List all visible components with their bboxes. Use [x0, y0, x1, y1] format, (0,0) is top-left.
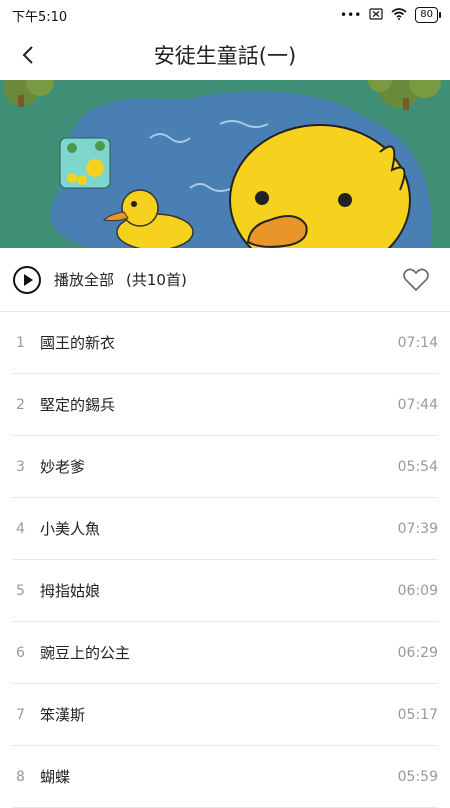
track-duration: 05:17: [397, 706, 438, 723]
status-bar: 下午5:10 ••• 80: [0, 0, 450, 30]
track-number: 6: [16, 644, 25, 661]
album-banner: [0, 80, 450, 248]
track-count: (共10首): [126, 271, 187, 289]
track-title: 妙老爹: [40, 458, 86, 476]
track-number: 2: [16, 396, 25, 413]
play-circle-icon[interactable]: [12, 265, 42, 295]
heart-icon[interactable]: [402, 266, 430, 294]
track-duration: 05:54: [397, 458, 438, 475]
list-item[interactable]: 1 國王的新衣 07:14: [12, 312, 438, 374]
track-title: 笨漢斯: [40, 706, 86, 724]
track-title: 小美人魚: [40, 520, 101, 538]
track-duration: 05:59: [397, 768, 438, 785]
track-number: 1: [16, 334, 25, 351]
track-title: 國王的新衣: [40, 334, 116, 352]
track-title: 蝴蝶: [40, 768, 71, 786]
track-title: 堅定的錫兵: [40, 396, 116, 414]
list-item[interactable]: 4 小美人魚 07:39: [12, 498, 438, 560]
track-title: 拇指姑娘: [40, 582, 101, 600]
track-number: 7: [16, 706, 25, 723]
wifi-icon: [391, 7, 407, 23]
list-item[interactable]: 3 妙老爹 05:54: [12, 436, 438, 498]
status-icons: ••• 80: [340, 7, 441, 23]
track-number: 8: [16, 768, 25, 785]
more-dots-icon: •••: [340, 8, 362, 22]
play-all-row[interactable]: 播放全部 (共10首): [0, 248, 450, 312]
track-duration: 06:09: [397, 582, 438, 599]
track-number: 3: [16, 458, 25, 475]
list-item[interactable]: 8 蝴蝶 05:59: [12, 746, 438, 808]
list-item[interactable]: 5 拇指姑娘 06:09: [12, 560, 438, 622]
page-title: 安徒生童話(一): [153, 44, 297, 68]
track-number: 4: [16, 520, 25, 537]
back-button[interactable]: [10, 35, 46, 75]
track-title: 豌豆上的公主: [40, 644, 131, 662]
header: 安徒生童話(一): [0, 30, 450, 80]
list-item[interactable]: 6 豌豆上的公主 06:29: [12, 622, 438, 684]
ducks-illustration: [0, 80, 450, 248]
track-duration: 07:39: [397, 520, 438, 537]
battery-icon: 80: [415, 7, 441, 23]
list-item[interactable]: 2 堅定的錫兵 07:44: [12, 374, 438, 436]
track-number: 5: [16, 582, 25, 599]
sim-x-icon: [369, 7, 383, 23]
list-item[interactable]: 7 笨漢斯 05:17: [12, 684, 438, 746]
back-arrow-icon: [22, 46, 33, 64]
track-duration: 06:29: [397, 644, 438, 661]
track-duration: 07:14: [397, 334, 438, 351]
track-duration: 07:44: [397, 396, 438, 413]
track-list: 1 國王的新衣 07:14 2 堅定的錫兵 07:44 3 妙老爹 05:54 …: [12, 312, 438, 808]
play-all-label: 播放全部: [54, 271, 115, 289]
status-time: 下午5:10: [12, 9, 68, 25]
